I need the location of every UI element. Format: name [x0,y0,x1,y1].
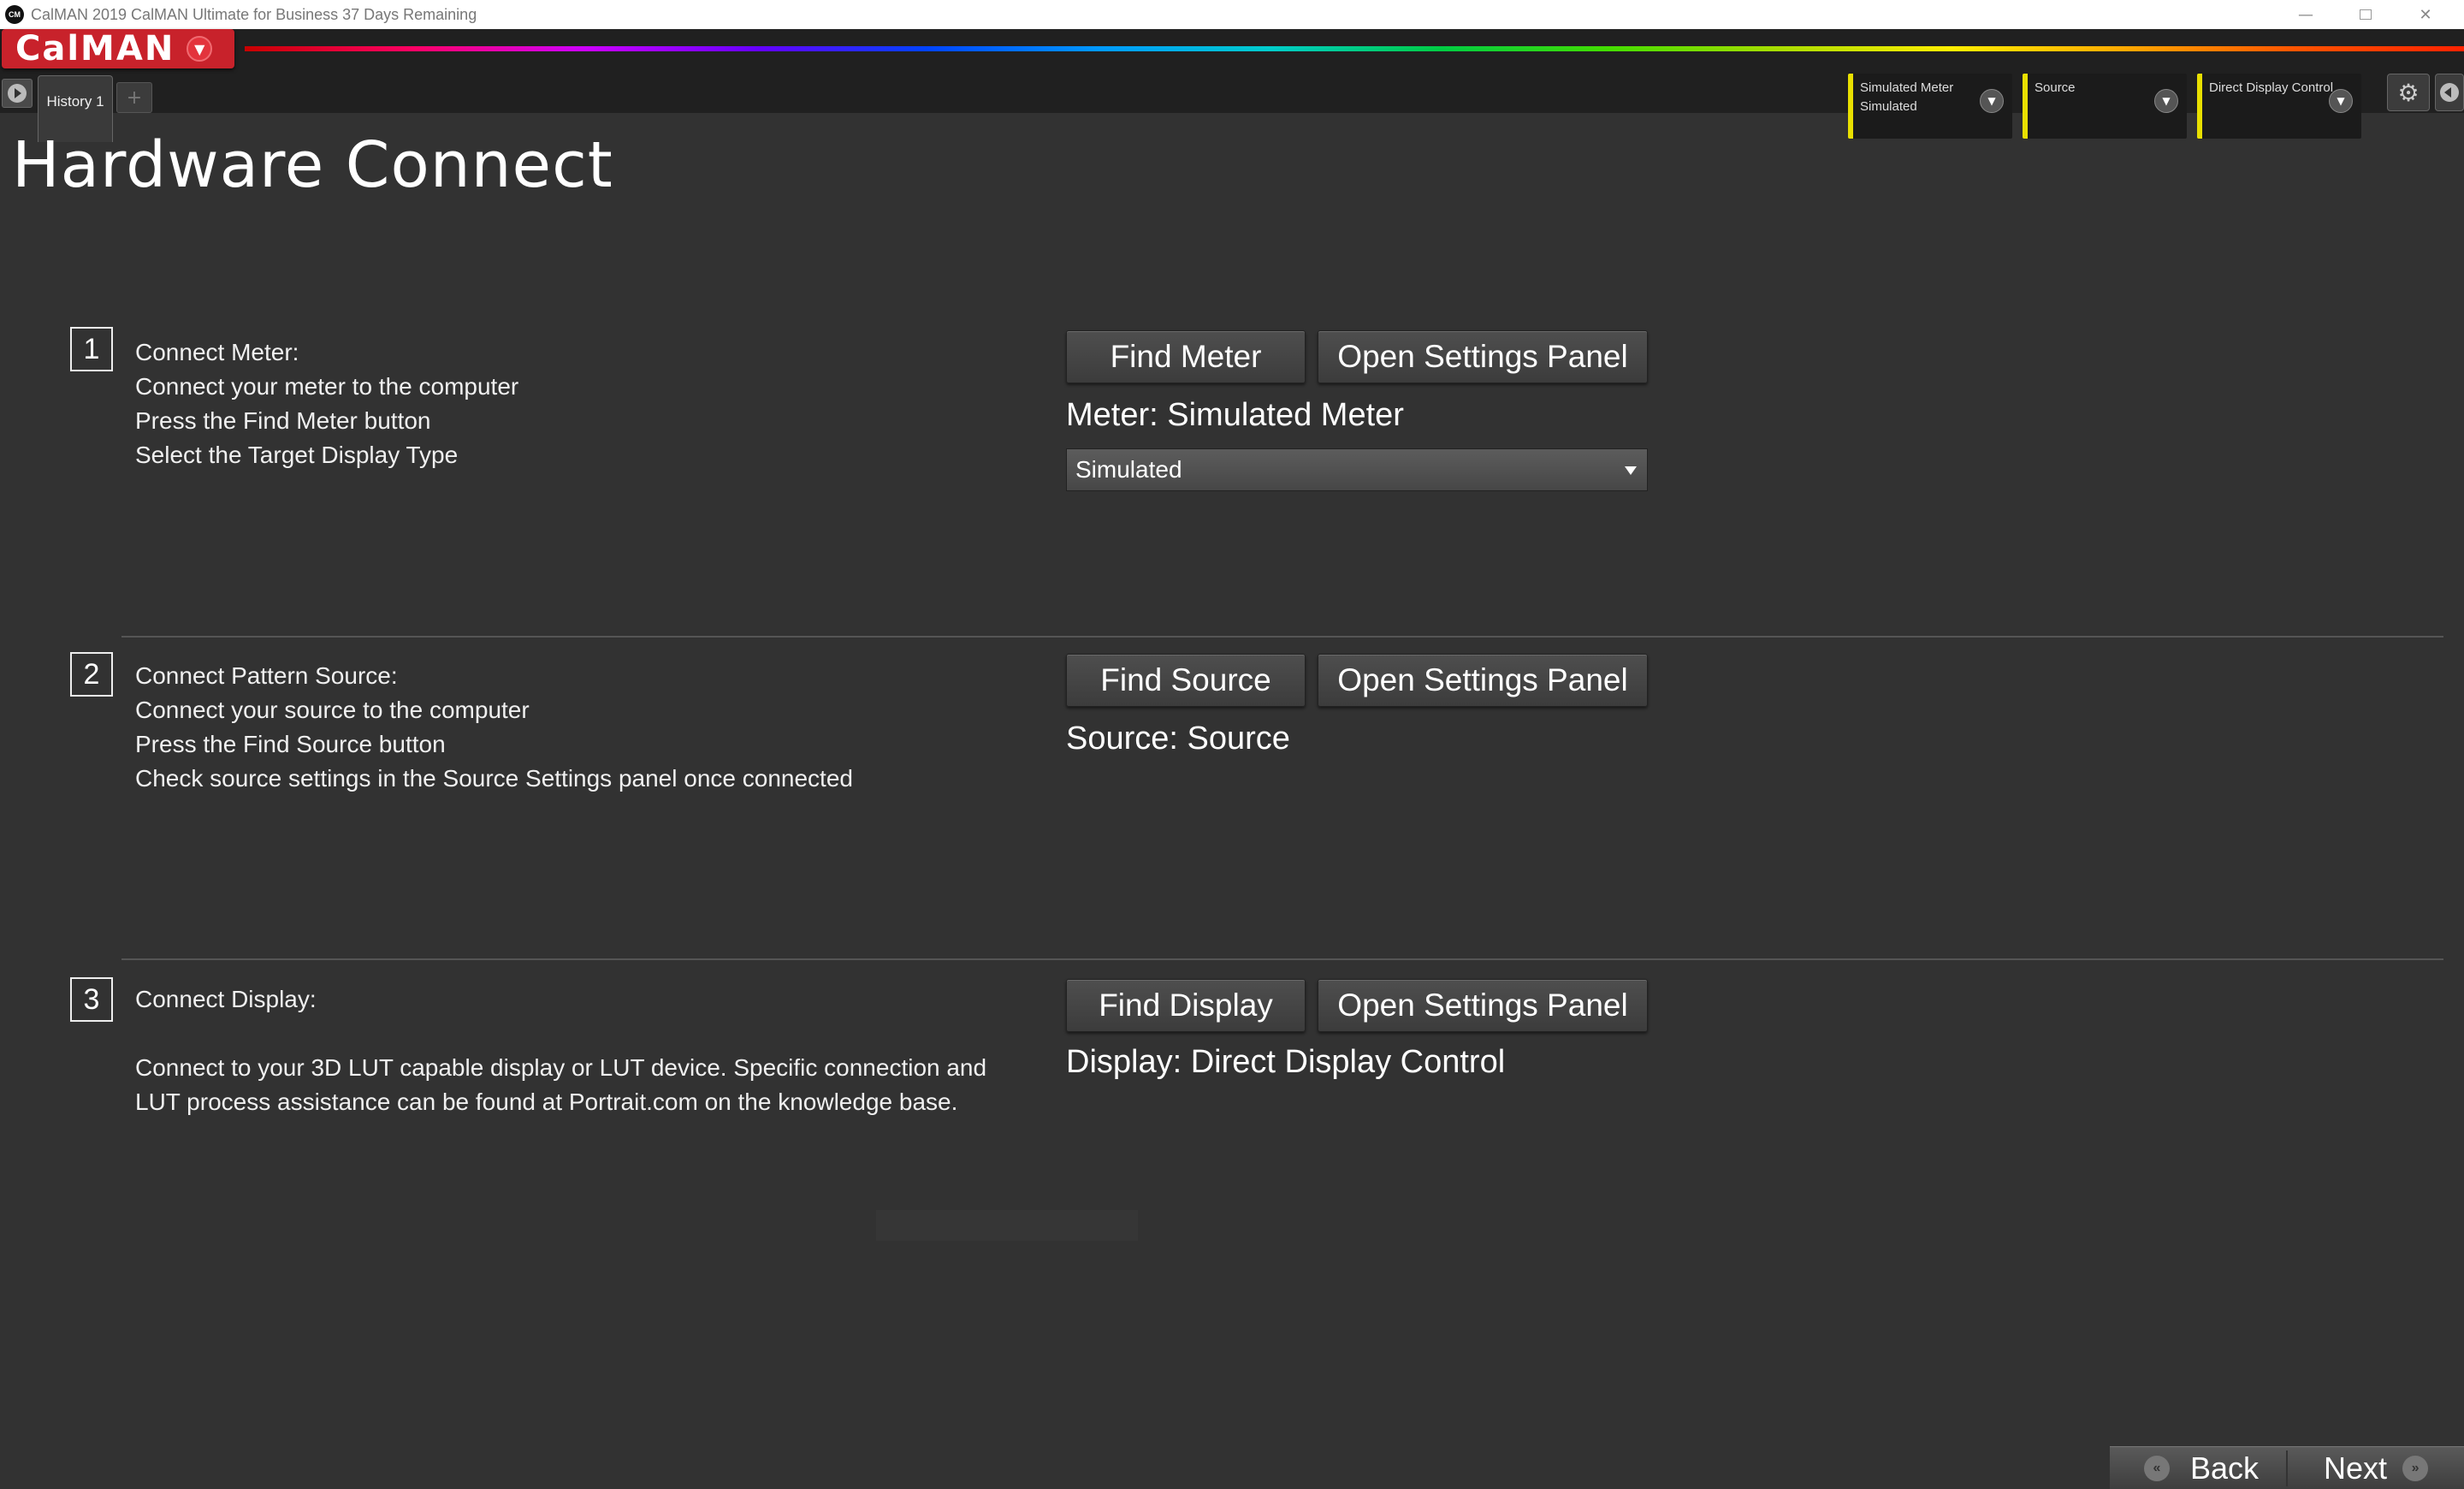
collapse-panel-button[interactable] [2435,74,2464,111]
settings-button[interactable]: ⚙ [2387,74,2430,111]
rainbow-bar [245,46,2464,51]
app-icon: CM [5,5,24,24]
step-3-number: 3 [70,977,113,1022]
chevron-down-icon[interactable]: ▼ [2154,89,2178,113]
double-chevron-right-icon: » [2402,1456,2429,1481]
step-3-spacer [135,1017,986,1051]
meter-device-mode: Simulated [1860,99,1917,114]
nav-separator [2286,1450,2288,1486]
step-3-line: LUT process assistance can be found at P… [135,1089,958,1115]
minimize-button[interactable]: — [2276,0,2336,29]
display-device-name: Direct Display Control [2209,80,2334,95]
wizard-nav: « Back Next » [2110,1446,2464,1489]
meter-open-settings-button[interactable]: Open Settings Panel [1318,330,1648,383]
maximize-button[interactable] [2336,0,2396,29]
play-arrow-icon [8,84,27,103]
step-1-instructions: Connect Meter: Connect your meter to the… [135,335,518,472]
add-tab-button[interactable]: + [116,82,152,113]
app-topbar: CalMAN ▼ History 1 + Simulated Meter Sim… [0,29,2464,142]
step-1-number: 1 [70,327,113,371]
find-meter-button[interactable]: Find Meter [1066,330,1306,383]
chevron-down-icon[interactable]: ▼ [1980,89,2004,113]
step-2-line: Press the Find Source button [135,731,446,757]
gear-icon: ⚙ [2397,78,2420,107]
double-chevron-left-icon: « [2144,1456,2170,1481]
step-1-line: Connect your meter to the computer [135,373,519,400]
window-title: CalMAN 2019 CalMAN Ultimate for Business… [31,5,477,23]
display-type-select[interactable]: Simulated [1066,448,1648,491]
display-device-selector[interactable]: Direct Display Control ▼ [2197,74,2361,139]
step-1-line: Select the Target Display Type [135,442,459,468]
source-device-name: Source [2035,80,2076,95]
meter-device-selector[interactable]: Simulated Meter Simulated ▼ [1848,74,2012,139]
source-status: Source: Source [1066,721,1290,756]
meter-device-name: Simulated Meter [1860,80,1954,95]
calman-menu-button[interactable]: CalMAN ▼ [2,29,234,68]
step-3-instructions: Connect Display: Connect to your 3D LUT … [135,982,986,1119]
close-button[interactable]: ✕ [2396,0,2455,29]
source-open-settings-button[interactable]: Open Settings Panel [1318,654,1648,707]
step-2-number: 2 [70,652,113,697]
dropdown-arrow-icon [1625,466,1637,475]
back-button[interactable]: « Back [2144,1447,2259,1489]
find-display-button[interactable]: Find Display [1066,979,1306,1032]
step-1-heading: Connect Meter: [135,339,299,365]
next-button[interactable]: Next » [2324,1447,2429,1489]
step-3-line: Connect to your 3D LUT capable display o… [135,1054,987,1081]
page-title: Hardware Connect [12,128,613,202]
step-2-heading: Connect Pattern Source: [135,662,398,689]
chevron-down-icon[interactable]: ▼ [2329,89,2353,113]
step-2-instructions: Connect Pattern Source: Connect your sou… [135,659,853,796]
step-1-line: Press the Find Meter button [135,407,431,434]
calman-logo: CalMAN [15,29,175,68]
window-titlebar: CM CalMAN 2019 CalMAN Ultimate for Busin… [0,0,2464,29]
back-label: Back [2190,1450,2260,1486]
maximize-icon [2360,9,2372,20]
meter-status: Meter: Simulated Meter [1066,397,1404,433]
source-device-selector[interactable]: Source ▼ [2023,74,2187,139]
arrow-left-icon [2440,83,2459,102]
find-source-button[interactable]: Find Source [1066,654,1306,707]
display-type-value: Simulated [1075,456,1182,483]
expand-panel-button[interactable] [2,79,33,108]
section-divider [121,958,2443,960]
step-3-heading: Connect Display: [135,986,317,1012]
next-label: Next [2324,1450,2388,1486]
display-open-settings-button[interactable]: Open Settings Panel [1318,979,1648,1032]
step-2-line: Check source settings in the Source Sett… [135,765,853,792]
section-divider [121,636,2443,638]
chevron-down-icon: ▼ [187,36,213,62]
display-status: Display: Direct Display Control [1066,1044,1506,1080]
faded-placeholder [876,1210,1138,1241]
step-2-line: Connect your source to the computer [135,697,530,723]
